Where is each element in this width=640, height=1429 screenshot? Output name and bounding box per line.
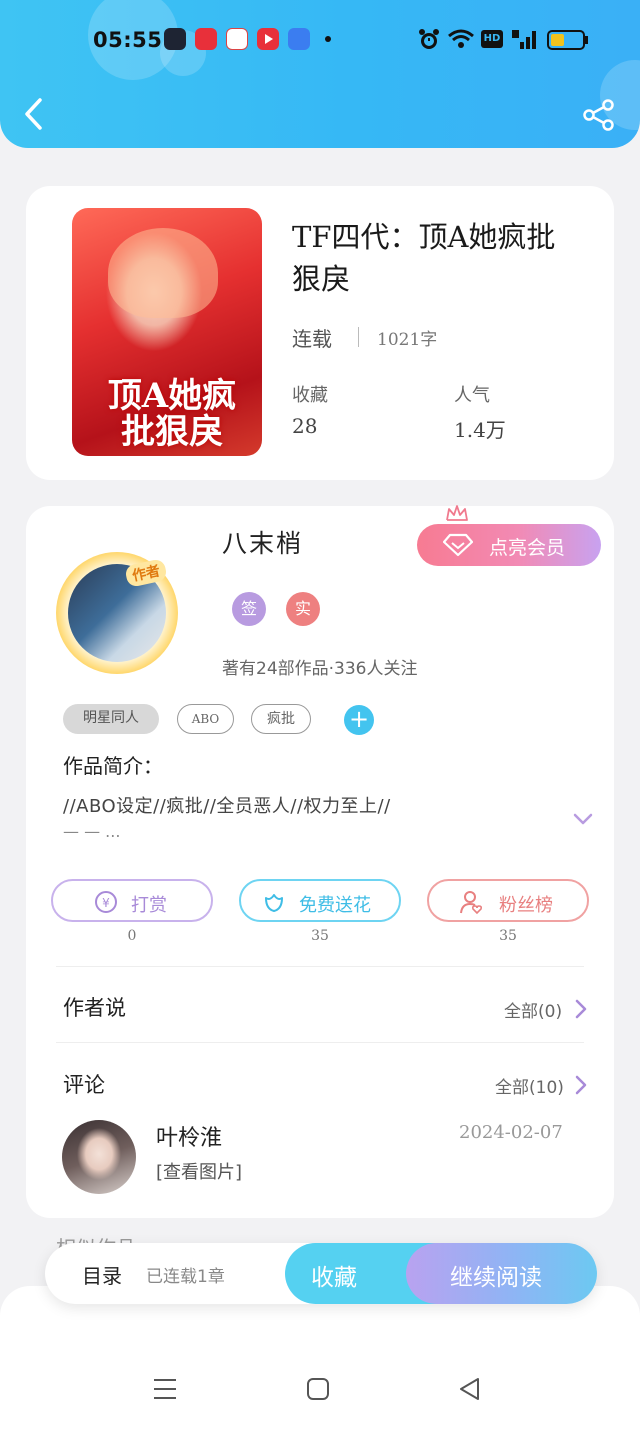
book-status: 连载 [292,327,332,351]
author-says-all-link[interactable]: 全部(0) [504,997,562,1022]
divider [358,327,359,347]
add-tag-icon[interactable]: + [344,705,374,735]
chevron-right-icon[interactable] [574,1074,588,1096]
fans-count: 35 [499,928,517,944]
browser-app-icon [288,28,310,50]
genre-tag[interactable]: 明星同人 [63,704,159,734]
menu-nav-icon[interactable] [152,1376,178,1402]
commenter-avatar[interactable] [62,1120,136,1194]
collect-button-label: 收藏 [311,1265,357,1291]
popularity-value: 1.4万 [454,418,506,442]
back-nav-icon[interactable] [457,1376,483,1402]
fans-heart-icon [460,891,483,915]
status-time: 05:55 [93,28,163,52]
chevron-right-icon[interactable] [574,998,588,1020]
comment-date: 2024-02-07 [459,1122,563,1143]
author-info-card: 作者 八末梢 点亮会员 签 实 著有24部作品·336人关注 明星同人 ABO … [26,505,614,1218]
signed-author-tag: 签 [232,592,266,626]
home-nav-icon[interactable] [305,1376,331,1402]
bottom-action-bar: 目录 已连载1章 收藏 继续阅读 [45,1243,597,1304]
status-bar: 05:55 HD [0,20,640,64]
cover-figure [108,228,218,318]
commenter-name[interactable]: 叶柃淮 [156,1120,222,1152]
genre-tag[interactable]: ABO [177,704,234,734]
comment-text[interactable]: [查看图片] [156,1158,242,1184]
popularity-label: 人气 [454,385,490,406]
mail-app-icon [164,28,186,50]
yuan-coin-icon: ¥ [95,891,117,913]
author-name[interactable]: 八末梢 [222,524,303,560]
favorites-label: 收藏 [292,385,328,406]
flower-icon [265,894,283,912]
toc-button[interactable]: 目录 [82,1260,122,1289]
more-notifications-icon [325,36,331,42]
cover-title-text: 顶A她疯批狠戾 [107,376,237,452]
book-info-card: 顶A她疯批狠戾 TF四代：顶A她疯批狠戾 连载 1021字 收藏 28 人气 1… [26,186,614,480]
fans-rank-label: 粉丝榜 [499,895,553,916]
share-icon[interactable] [582,99,616,131]
reward-label: 打赏 [131,895,167,916]
author-badge: 作者 [124,558,168,588]
video-app-icon [257,28,279,50]
wifi-icon [448,29,474,48]
favorites-value: 28 [292,414,318,438]
book-title: TF四代：顶A她疯批狠戾 [292,220,556,296]
svg-text:¥: ¥ [102,896,110,910]
vip-button[interactable]: 点亮会员 [417,524,601,566]
divider [56,966,584,967]
reward-button[interactable]: ¥ 打赏 [51,879,213,922]
intro-text: //ABO设定//疯批//全员恶人//权力至上// [63,796,391,817]
vip-button-label: 点亮会员 [489,537,566,559]
author-works-count: 著有24部作品·336人关注 [222,659,418,679]
shopping-app-icon [195,28,217,50]
comments-title: 评论 [63,1073,105,1097]
verified-author-tag: 实 [286,592,320,626]
send-flower-button[interactable]: 免费送花 [239,879,401,922]
baidu-app-icon [226,28,248,50]
battery-icon [547,30,588,50]
author-avatar[interactable]: 作者 [56,552,178,674]
author-says-title: 作者说 [63,996,126,1020]
chevron-down-icon[interactable] [572,811,594,827]
continue-reading-button[interactable]: 继续阅读 [406,1243,597,1304]
back-arrow-icon[interactable] [20,96,50,132]
reward-count: 0 [127,928,137,944]
send-flower-label: 免费送花 [299,895,371,916]
crown-icon [446,505,468,521]
hd-icon: HD [481,30,503,48]
divider [56,1042,584,1043]
comments-all-link[interactable]: 全部(10) [495,1073,564,1098]
signal-icon [512,30,536,49]
intro-more-text: — — ... [63,822,121,841]
top-header: 05:55 HD [0,0,640,148]
chapter-count: 已连载1章 [146,1267,225,1287]
word-count: 1021字 [377,330,438,350]
flower-count: 35 [311,928,329,944]
genre-tag[interactable]: 疯批 [251,704,311,734]
book-cover[interactable]: 顶A她疯批狠戾 [72,208,262,456]
alarm-icon [419,29,439,49]
continue-reading-label: 继续阅读 [450,1265,542,1291]
intro-label: 作品简介： [63,754,163,778]
fans-rank-button[interactable]: 粉丝榜 [427,879,589,922]
diamond-icon [443,533,473,557]
bottom-sheet [0,1286,640,1429]
